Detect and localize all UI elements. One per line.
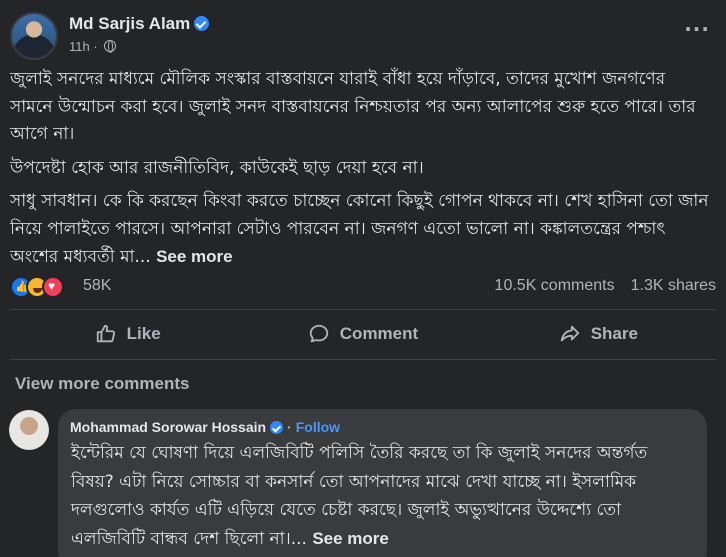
post-header: Md Sarjis Alam 11h · ··· [10, 10, 716, 62]
more-options-icon[interactable]: ··· [684, 19, 710, 39]
divider [10, 309, 716, 310]
post-paragraph-2: উপদেষ্টা হোক আর রাজনীতিবিদ, কাউকেই ছাড় … [10, 157, 424, 178]
like-label: Like [126, 324, 161, 343]
comment-text: ইন্টেরিম যে ঘোষণা দিয়ে এলজিবিটি পলিসি ত… [70, 439, 695, 553]
love-reaction-icon [42, 276, 64, 298]
commenter-avatar[interactable] [9, 410, 49, 450]
author-avatar[interactable] [10, 12, 58, 60]
share-label: Share [590, 324, 638, 343]
post-timestamp[interactable]: 11h [69, 39, 90, 54]
share-button[interactable]: Share [481, 312, 716, 356]
like-thumb-icon [96, 324, 115, 343]
share-arrow-icon [560, 325, 579, 342]
post-paragraph-3: সাধু সাবধান। কে কি করছেন কিংবা করতে চাচ্… [10, 188, 710, 272]
public-globe-icon [104, 40, 117, 53]
separator-dot: · [287, 419, 292, 435]
view-more-comments-link[interactable]: View more comments [15, 374, 189, 394]
action-bar: Like Comment Share [10, 312, 716, 356]
commenter-name[interactable]: Mohammad Sorowar Hossain [70, 419, 266, 435]
verified-badge-icon [270, 421, 284, 434]
comment-bubble: Mohammad Sorowar Hossain · Follow ইন্টেরিম… [58, 409, 707, 557]
engagement-counts: 10.5K comments 1.3K shares [479, 277, 716, 295]
comment-author-row: Mohammad Sorowar Hossain · Follow [70, 419, 695, 439]
post-paragraph-1: জুলাই সনদের মাধ্যমে মৌলিক সংস্কার বাস্তব… [10, 69, 696, 144]
post-stats: 58K 10.5K comments 1.3K shares [10, 274, 716, 302]
post-meta: 11h · [69, 39, 117, 54]
post-paragraph-3-text: সাধু সাবধান। কে কি করছেন কিংবা করতে চাচ্… [10, 191, 709, 267]
comment-label: Comment [339, 324, 419, 343]
author-name[interactable]: Md Sarjis Alam [69, 14, 190, 33]
author-name-row: Md Sarjis Alam [69, 14, 210, 34]
shares-count[interactable]: 1.3K shares [631, 277, 716, 294]
comment-button[interactable]: Comment [245, 312, 480, 356]
reaction-count[interactable]: 58K [83, 277, 111, 295]
like-button[interactable]: Like [10, 312, 245, 356]
follow-button[interactable]: Follow [296, 419, 340, 435]
comment-bubble-icon [309, 324, 328, 343]
see-more-link[interactable]: See more [156, 247, 233, 266]
divider [10, 359, 716, 360]
comments-count[interactable]: 10.5K comments [495, 277, 615, 294]
comment-see-more-link[interactable]: See more [312, 529, 389, 548]
verified-badge-icon [194, 16, 210, 31]
post-body: জুলাই সনদের মাধ্যমে মৌলিক সংস্কার বাস্তব… [10, 66, 710, 278]
